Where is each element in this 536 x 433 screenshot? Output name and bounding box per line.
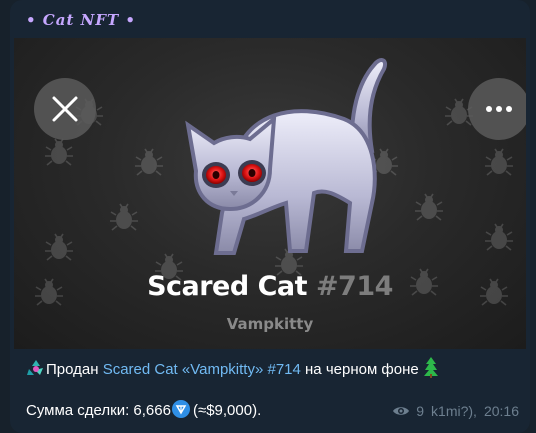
bug-icon: [415, 193, 443, 221]
caption-prefix: Продан: [46, 361, 103, 378]
eye-icon: [393, 407, 410, 415]
sum-label: Сумма сделки: 6,666: [26, 402, 171, 419]
bug-icon: [45, 233, 73, 261]
gift-link[interactable]: Scared Cat «Vampkitty» #714: [103, 361, 301, 378]
gift-title: Scared Cat: [147, 271, 308, 302]
deal-sum: Сумма сделки: 6,666 (≈$9,000).: [26, 400, 261, 422]
recycle-emoji: [27, 360, 43, 375]
bug-icon: [485, 148, 513, 176]
scared-cat-image: [185, 58, 387, 255]
channel-title[interactable]: • 𝑪𝒂𝒕 𝑵𝑭𝑻 •: [26, 9, 136, 31]
bug-icon: [110, 203, 138, 231]
gift-media[interactable]: Scared Cat #714 Vampkitty: [14, 38, 526, 349]
message-meta: 9 k1mi?), 20:16: [392, 402, 519, 420]
message-bubble: • 𝑪𝒂𝒕 𝑵𝑭𝑻 • Scared Cat #714 Vampkitty Пр…: [10, 0, 530, 433]
more-button[interactable]: [468, 78, 526, 140]
views-count: 9: [416, 403, 425, 419]
sum-usd: (≈$9,000).: [192, 402, 262, 419]
ton-icon: [171, 400, 190, 418]
tree-emoji: [423, 357, 438, 378]
close-icon: [52, 96, 78, 122]
gift-name: Scared Cat #714: [14, 271, 526, 302]
close-button[interactable]: [34, 78, 96, 140]
message-caption: Продан Scared Cat «Vampkitty» #714 на че…: [26, 356, 518, 381]
bug-icon: [45, 138, 73, 166]
gift-model: Vampkitty: [226, 315, 314, 333]
caption-suffix: на черном фоне: [300, 361, 419, 378]
message-time: 20:16: [483, 403, 519, 419]
gift-number: #714: [315, 271, 393, 302]
author-signature: k1mi?),: [431, 403, 477, 419]
more-icon: [486, 106, 512, 112]
bug-icon: [485, 223, 513, 251]
bug-icon: [135, 148, 163, 176]
